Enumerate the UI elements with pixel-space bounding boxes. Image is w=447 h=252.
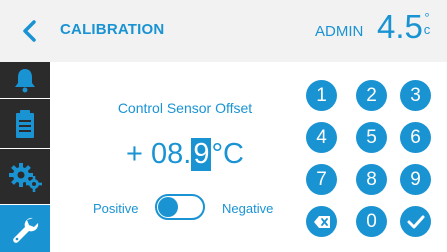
toggle-label-negative: Negative [222,201,274,216]
backspace-icon [313,215,330,228]
sidebar [0,62,50,252]
temperature-unit-letter: c [423,22,431,37]
keypad-backspace-button[interactable] [306,206,337,237]
keypad-key-4[interactable]: 4 [306,122,337,153]
keypad-key-7[interactable]: 7 [306,164,337,195]
sidebar-item-service[interactable] [0,205,50,252]
offset-value-prefix: + 08. [126,138,192,170]
sidebar-item-settings[interactable] [0,149,50,204]
key-label: 0 [366,211,377,232]
keypad-key-5[interactable]: 5 [356,122,387,153]
key-label: 8 [366,169,377,190]
keypad-confirm-button[interactable] [400,206,431,237]
keypad-key-9[interactable]: 9 [400,164,431,195]
keypad-key-8[interactable]: 8 [356,164,387,195]
offset-value-unit: °C [211,138,244,170]
page-title: CALIBRATION [60,21,165,38]
keypad-key-0[interactable]: 0 [356,206,387,237]
key-label: 4 [316,127,327,148]
sign-toggle[interactable] [155,194,205,220]
check-icon [407,215,424,228]
gears-icon [9,162,42,192]
key-label: 3 [410,85,421,106]
key-label: 7 [316,169,327,190]
keypad-key-6[interactable]: 6 [400,122,431,153]
sidebar-item-log[interactable] [0,99,50,148]
key-label: 9 [410,169,421,190]
header-bar: CALIBRATION ADMIN 4.5 ° c [0,0,447,62]
offset-cursor-digit: 9 [191,138,212,171]
toggle-knob [158,197,178,217]
clipboard-icon [16,109,34,138]
current-temperature: 4.5 [377,8,423,45]
chevron-left-icon [23,20,36,42]
back-button[interactable] [18,18,44,44]
key-label: 1 [316,85,327,106]
keypad-key-2[interactable]: 2 [356,80,387,111]
wrench-icon [13,217,39,243]
toggle-label-positive: Positive [93,201,139,216]
temperature-unit: ° c [421,11,433,37]
field-label: Control Sensor Offset [117,100,253,116]
key-label: 6 [410,127,421,148]
keypad-key-1[interactable]: 1 [306,80,337,111]
user-label: ADMIN [315,23,364,40]
sidebar-item-alarms[interactable] [0,62,50,98]
key-label: 5 [366,127,377,148]
bell-icon [15,69,35,93]
offset-value-display[interactable]: + 08.9 °C [100,138,270,171]
keypad-key-3[interactable]: 3 [400,80,431,111]
key-label: 2 [366,85,377,106]
